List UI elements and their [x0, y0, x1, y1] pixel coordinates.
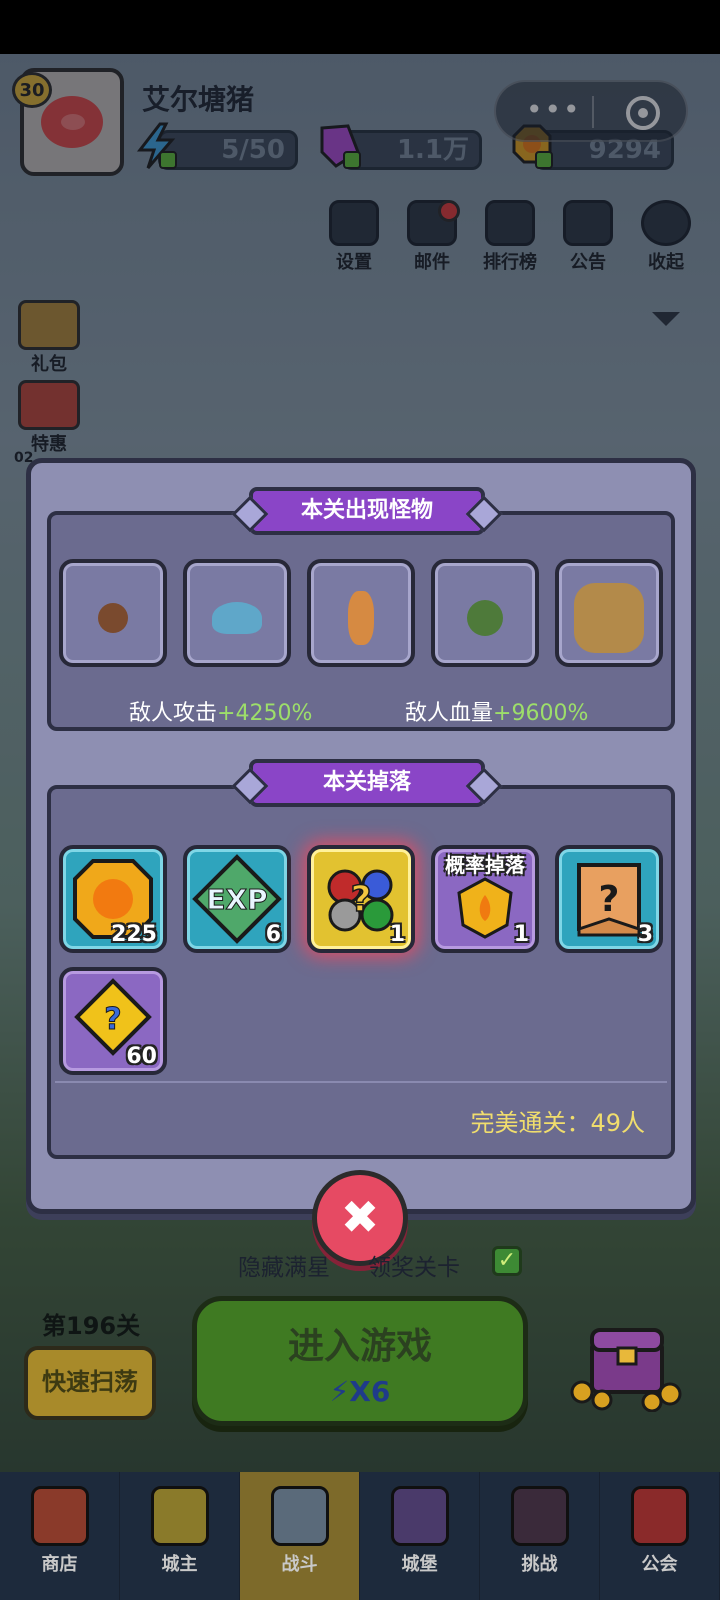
probability-drop-tag: 概率掉落: [445, 853, 525, 877]
status-bar: [0, 0, 720, 54]
nav-challenge[interactable]: 挑战: [480, 1472, 600, 1600]
drop-item-exp[interactable]: EXP 6: [183, 845, 291, 953]
demon-icon: [510, 1486, 569, 1546]
lightning-icon: ⚡: [329, 1375, 350, 1408]
drop-item-gem-pack[interactable]: ? 1: [307, 845, 415, 953]
shop-icon: [30, 1486, 89, 1546]
crown-icon: [150, 1486, 209, 1546]
drops-title: 本关掉落: [249, 759, 485, 807]
drop-item-puzzle[interactable]: ? 60: [59, 967, 167, 1075]
nav-castle[interactable]: 城堡: [360, 1472, 480, 1600]
check-icon: ✓: [497, 1248, 517, 1273]
stage-number: 第196关: [42, 1312, 141, 1340]
monster-slot[interactable]: [307, 559, 415, 667]
drop-item-coin[interactable]: 225: [59, 845, 167, 953]
hidden-stage-label: 隐藏满星: [238, 1255, 330, 1281]
bottom-nav: 商店 城主 战斗 城堡 挑战 公会: [0, 1472, 720, 1600]
nav-castle-label: 城堡: [401, 1554, 438, 1575]
item-count: 1: [513, 922, 529, 947]
castle-icon: [390, 1486, 449, 1546]
nav-battle-label: 战斗: [281, 1554, 318, 1575]
item-count: 6: [265, 922, 281, 947]
enemy-hp-stat: 敌人血量+9600%: [405, 695, 588, 727]
archer-monster-icon: [348, 591, 374, 645]
svg-text:?: ?: [599, 879, 620, 920]
quick-sweep-button[interactable]: 快速扫荡: [24, 1346, 156, 1420]
enter-game-button[interactable]: 进入游戏 ⚡X6: [192, 1296, 528, 1426]
slime-monster-icon: [212, 602, 262, 634]
divider: [55, 1081, 667, 1083]
nav-lord-label: 城主: [161, 1554, 198, 1575]
treasure-chest-icon[interactable]: [562, 1312, 692, 1412]
nav-battle[interactable]: 战斗: [240, 1472, 360, 1600]
monster-slot[interactable]: [431, 559, 539, 667]
hp-value: +9600%: [493, 701, 589, 726]
nav-shop[interactable]: 商店: [0, 1472, 120, 1600]
goblin-monster-icon: [467, 600, 503, 636]
nav-guild[interactable]: 公会: [600, 1472, 720, 1600]
monster-slot[interactable]: [183, 559, 291, 667]
hidden-stage-checkbox[interactable]: ✓: [492, 1246, 522, 1276]
nav-lord[interactable]: 城主: [120, 1472, 240, 1600]
hp-label: 敌人血量: [405, 701, 494, 726]
crossed-swords-icon: [270, 1486, 329, 1546]
svg-text:?: ?: [351, 879, 372, 920]
drop-item-fire-emblem[interactable]: 概率掉落 1: [431, 845, 539, 953]
attack-label: 敌人攻击: [129, 701, 218, 726]
item-count: 60: [126, 1044, 157, 1069]
nav-guild-label: 公会: [641, 1554, 678, 1575]
enemy-attack-stat: 敌人攻击+4250%: [129, 695, 312, 727]
enter-game-label: 进入游戏: [287, 1326, 432, 1367]
svg-text:EXP: EXP: [206, 883, 267, 916]
hidden-stage-text: 隐藏满星 领奖关卡: [238, 1248, 460, 1282]
monster-slot[interactable]: [59, 559, 167, 667]
energy-cost: ⚡X6: [197, 1375, 523, 1408]
boss-monster-icon: [574, 583, 644, 653]
nav-shop-label: 商店: [41, 1554, 78, 1575]
svg-text:?: ?: [104, 1002, 121, 1037]
stage-info-panel: 本关出现怪物 敌人攻击+4250% 敌人血量+9600% 本关掉落 225 EX…: [26, 458, 696, 1214]
hidden-stage-suffix: 领奖关卡: [368, 1255, 460, 1281]
attack-value: +4250%: [217, 701, 313, 726]
item-count: 225: [111, 922, 157, 947]
perfect-clear-count: 完美通关：49人: [470, 1109, 645, 1137]
nav-challenge-label: 挑战: [521, 1554, 558, 1575]
item-count: 1: [389, 922, 405, 947]
energy-cost-value: X6: [349, 1375, 391, 1408]
close-icon: ✖: [340, 1190, 380, 1244]
monster-slot[interactable]: [555, 559, 663, 667]
banner-icon: [630, 1486, 689, 1546]
drop-item-scroll[interactable]: ? 3: [555, 845, 663, 953]
item-count: 3: [637, 922, 653, 947]
monsters-title: 本关出现怪物: [249, 487, 485, 535]
boar-monster-icon: [98, 603, 128, 633]
